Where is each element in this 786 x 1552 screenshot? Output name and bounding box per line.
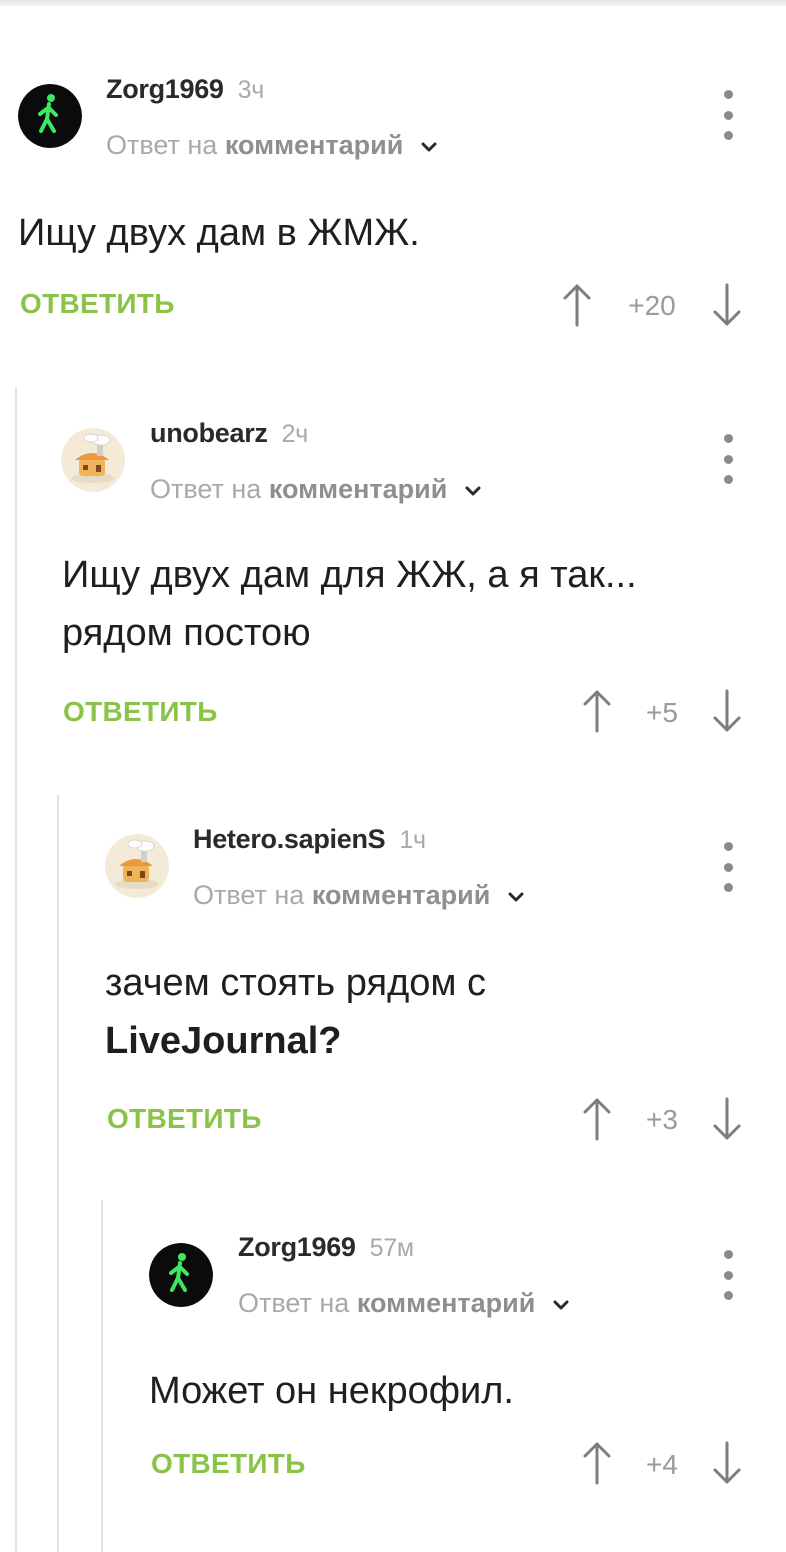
reply-to[interactable]: Ответ на комментарий [193, 880, 524, 911]
reply-prefix: Ответ на [238, 1288, 350, 1318]
comment-text-bold: LiveJournal? [105, 1020, 342, 1062]
vote-score: +5 [646, 697, 678, 728]
reply-to[interactable]: Ответ на комментарий [106, 130, 437, 161]
comment-text-line: зачем стоять рядом с [105, 962, 487, 1004]
house-icon [105, 834, 169, 898]
author-name[interactable]: Hetero.sapienS [193, 824, 386, 854]
arrow-down-icon[interactable] [712, 688, 742, 734]
arrow-up-icon[interactable] [562, 282, 592, 328]
comment-text: зачем стоять рядом с LiveJournal? [105, 954, 486, 1070]
author-name[interactable]: unobearz [150, 418, 268, 448]
vote-score: +20 [628, 290, 676, 321]
thread-line-level-1 [15, 388, 17, 1552]
comment-time: 2ч [281, 420, 309, 448]
avatar[interactable] [149, 1243, 213, 1307]
reply-to[interactable]: Ответ на комментарий [150, 474, 481, 505]
avatar[interactable] [105, 834, 169, 898]
menu-dots-icon[interactable] [716, 1250, 740, 1300]
reply-link[interactable]: комментарий [312, 880, 491, 910]
author-name[interactable]: Zorg1969 [238, 1232, 356, 1262]
arrow-down-icon[interactable] [712, 282, 742, 328]
reply-button[interactable]: ОТВЕТИТЬ [63, 696, 218, 728]
house-icon [61, 428, 125, 492]
chevron-down-icon[interactable] [421, 141, 437, 153]
vote-score: +3 [646, 1104, 678, 1135]
reply-link[interactable]: комментарий [225, 130, 404, 160]
reply-button[interactable]: ОТВЕТИТЬ [20, 288, 175, 320]
menu-dots-icon[interactable] [716, 842, 740, 892]
vote-score: +4 [646, 1449, 678, 1480]
comment-time: 57м [369, 1234, 414, 1262]
chevron-down-icon[interactable] [553, 1299, 569, 1311]
author-name[interactable]: Zorg1969 [106, 74, 224, 104]
reply-prefix: Ответ на [106, 130, 218, 160]
arrow-up-icon[interactable] [582, 688, 612, 734]
comment-text-line: Ищу двух дам для ЖЖ, а я так... [62, 554, 637, 596]
chevron-down-icon[interactable] [508, 891, 524, 903]
arrow-down-icon[interactable] [712, 1440, 742, 1486]
comment-text-line: рядом постою [62, 612, 311, 654]
comment-text: Может он некрофил. [149, 1370, 514, 1412]
comment-author[interactable]: Zorg1969 3ч [106, 74, 264, 105]
reply-prefix: Ответ на [150, 474, 262, 504]
reply-prefix: Ответ на [193, 880, 305, 910]
arrow-up-icon[interactable] [582, 1440, 612, 1486]
top-divider [0, 0, 786, 6]
chevron-down-icon[interactable] [465, 485, 481, 497]
thread-line-level-3 [101, 1200, 103, 1552]
menu-dots-icon[interactable] [716, 90, 740, 140]
comment-time: 3ч [237, 76, 265, 104]
avatar[interactable] [18, 84, 82, 148]
walking-man-icon [18, 84, 82, 148]
comment-author[interactable]: Zorg1969 57м [238, 1232, 414, 1263]
comment-text: Ищу двух дам для ЖЖ, а я так... рядом по… [62, 546, 637, 662]
thread-line-level-2 [57, 795, 59, 1552]
reply-to[interactable]: Ответ на комментарий [238, 1288, 569, 1319]
reply-button[interactable]: ОТВЕТИТЬ [107, 1103, 262, 1135]
comment-author[interactable]: Hetero.sapienS 1ч [193, 824, 426, 855]
arrow-up-icon[interactable] [582, 1096, 612, 1142]
walking-man-icon [149, 1243, 213, 1307]
reply-link[interactable]: комментарий [269, 474, 448, 504]
comment-text: Ищу двух дам в ЖМЖ. [18, 212, 420, 254]
reply-button[interactable]: ОТВЕТИТЬ [151, 1448, 306, 1480]
menu-dots-icon[interactable] [716, 434, 740, 484]
comment-author[interactable]: unobearz 2ч [150, 418, 308, 449]
comment-time: 1ч [399, 826, 426, 854]
avatar[interactable] [61, 428, 125, 492]
reply-link[interactable]: комментарий [357, 1288, 536, 1318]
arrow-down-icon[interactable] [712, 1096, 742, 1142]
